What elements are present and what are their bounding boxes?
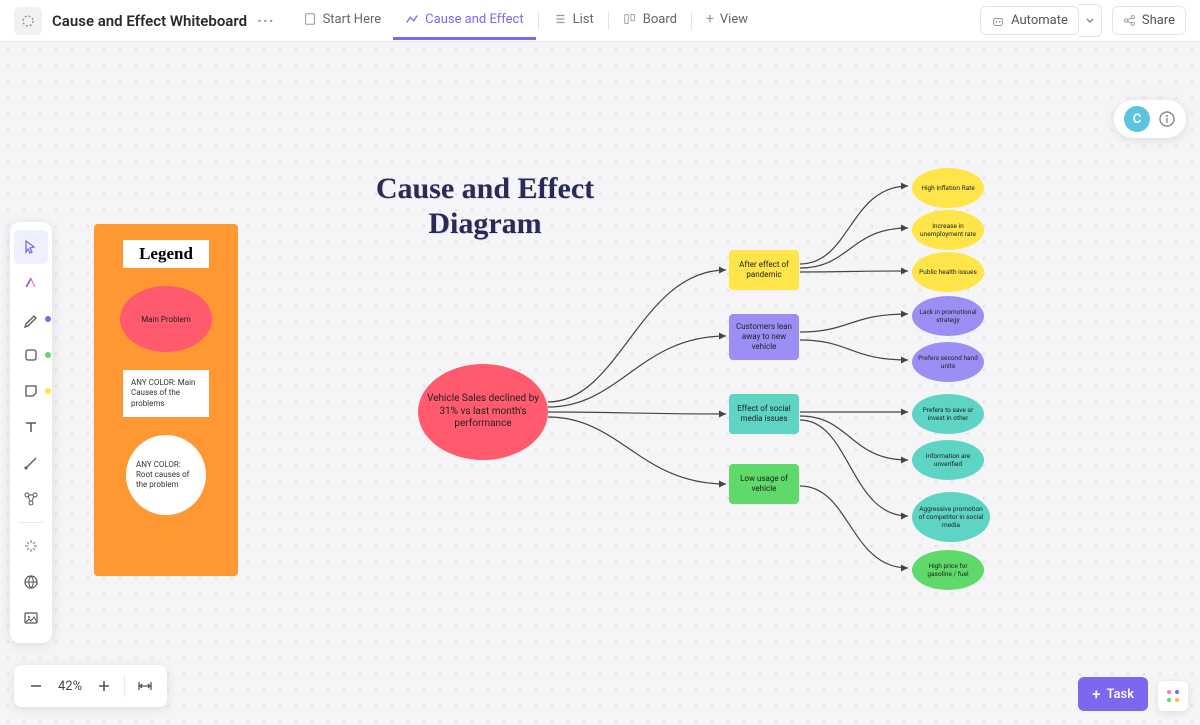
root-competitor[interactable]: Aggressive promotion of competitor in so… xyxy=(912,492,990,542)
task-button[interactable]: + Task xyxy=(1078,677,1148,711)
diagram-tool[interactable] xyxy=(14,482,48,516)
root-unverified[interactable]: Information are unverified xyxy=(912,440,984,480)
user-avatar[interactable]: C xyxy=(1124,106,1150,132)
zoom-in-button[interactable] xyxy=(86,668,122,704)
text-tool[interactable] xyxy=(14,410,48,444)
main-problem-node[interactable]: Vehicle Sales declined by 31% vs last mo… xyxy=(418,364,548,460)
cause-social-media[interactable]: Effect of social media issues xyxy=(729,394,799,434)
share-button[interactable]: Share xyxy=(1112,6,1186,35)
legend-root: ANY COLOR: Root causes of the problem xyxy=(126,435,206,515)
side-toolbar xyxy=(10,222,52,643)
automate-button[interactable]: Automate xyxy=(980,6,1079,35)
views-bar: Start Here Cause and Effect List Board +… xyxy=(291,1,760,40)
root-save-invest[interactable]: Prefers to save or invest in other xyxy=(912,394,984,434)
presence-bar: C xyxy=(1114,100,1186,138)
zoom-bar: 42% xyxy=(14,665,167,707)
root-public-health[interactable]: Public health issues xyxy=(912,252,984,292)
zoom-value[interactable]: 42% xyxy=(54,679,86,694)
list-icon xyxy=(553,12,567,26)
doc-icon xyxy=(14,7,42,35)
apps-button[interactable] xyxy=(1158,681,1188,711)
view-cause-effect[interactable]: Cause and Effect xyxy=(393,2,535,40)
add-view[interactable]: + View xyxy=(694,1,760,40)
connector-tool[interactable] xyxy=(14,446,48,480)
pen-tool[interactable] xyxy=(14,302,48,336)
top-bar: Cause and Effect Whiteboard ··· Start He… xyxy=(0,0,1200,42)
legend-title: Legend xyxy=(123,240,209,268)
chevron-down-icon xyxy=(1085,16,1095,26)
robot-icon xyxy=(991,14,1005,28)
automate-chevron[interactable] xyxy=(1079,4,1102,37)
root-inflation[interactable]: High Inflation Rate xyxy=(912,168,984,208)
whiteboard-canvas[interactable]: C Cause and Effect Diagram Legend Main P… xyxy=(0,42,1200,725)
plus-icon: + xyxy=(706,11,714,27)
select-tool[interactable] xyxy=(14,230,48,264)
zoom-out-button[interactable] xyxy=(18,668,54,704)
image-tool[interactable] xyxy=(14,601,48,635)
doc-icon xyxy=(303,12,317,26)
ai-tool[interactable] xyxy=(14,266,48,300)
apps-icon xyxy=(1165,688,1181,704)
root-second-hand[interactable]: Prefers second hand units xyxy=(912,342,984,382)
shape-tool[interactable] xyxy=(14,338,48,372)
diagram-title[interactable]: Cause and Effect Diagram xyxy=(340,172,630,241)
share-icon xyxy=(1123,14,1136,27)
legend-card[interactable]: Legend Main Problem ANY COLOR: Main Caus… xyxy=(94,224,238,576)
board-icon xyxy=(623,12,637,26)
fit-to-screen-button[interactable] xyxy=(127,668,163,704)
sticky-tool[interactable] xyxy=(14,374,48,408)
view-board[interactable]: Board xyxy=(611,2,689,40)
web-tool[interactable] xyxy=(14,565,48,599)
cause-low-usage[interactable]: Low usage of vehicle xyxy=(729,464,799,504)
more-icon[interactable]: ··· xyxy=(257,11,274,30)
view-list[interactable]: List xyxy=(541,2,606,40)
info-icon[interactable] xyxy=(1158,110,1176,128)
cause-customers-lean[interactable]: Customers lean away to new vehicle xyxy=(729,314,799,360)
root-promo-strategy[interactable]: Lack in promotional strategy xyxy=(912,296,984,336)
view-start-here[interactable]: Start Here xyxy=(291,2,394,40)
magic-tool[interactable] xyxy=(14,529,48,563)
whiteboard-icon xyxy=(405,12,419,26)
document-title[interactable]: Cause and Effect Whiteboard xyxy=(52,12,247,30)
cause-pandemic[interactable]: After effect of pandemic xyxy=(729,250,799,290)
legend-main-problem: Main Problem xyxy=(120,286,212,352)
plus-icon: + xyxy=(1092,685,1100,703)
root-unemployment[interactable]: Increase in unemployment rate xyxy=(912,210,984,250)
root-fuel-price[interactable]: High price for gasoline / fuel xyxy=(912,550,984,590)
legend-causes: ANY COLOR: Main Causes of the problems xyxy=(123,370,209,417)
